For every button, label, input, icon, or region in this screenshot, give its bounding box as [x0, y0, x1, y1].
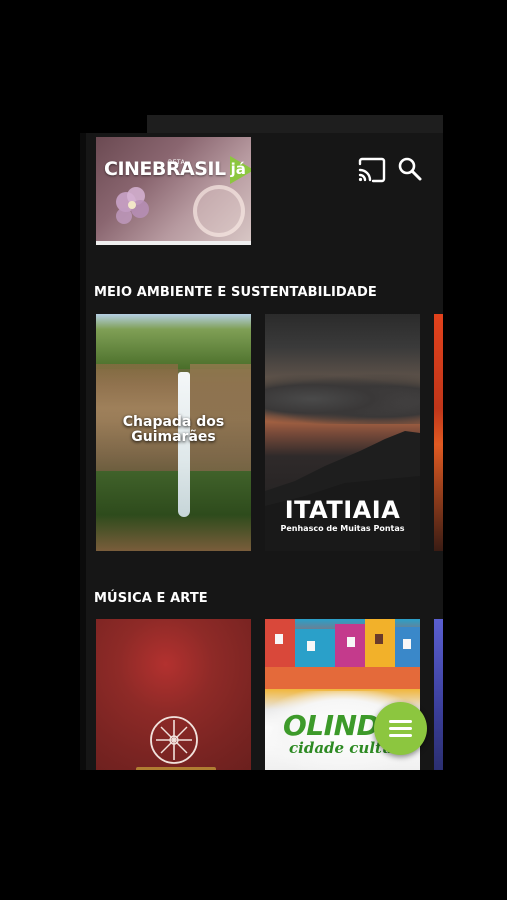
- cast-icon: [358, 157, 386, 183]
- poster-title-line1: Chapada dos: [122, 414, 225, 430]
- section-title-meio-ambiente: MEIO AMBIENTE E SUSTENTABILIDADE: [94, 285, 377, 300]
- poster-title: OLIND: [283, 709, 380, 742]
- poster-subtitle: Penhasco de Muitas Pontas: [280, 524, 405, 533]
- flower-image: [116, 187, 149, 224]
- logo-ja-text: já: [230, 160, 246, 178]
- poster-caption-decoration: [136, 767, 216, 770]
- section-title-musica-e-arte: MÚSICA E ARTE: [94, 591, 208, 606]
- rune-symbol-icon: [150, 716, 198, 764]
- header-banner[interactable]: CINEBRASIL já BETA: [96, 137, 251, 245]
- poster-title: Chapada dos Guimarães: [96, 415, 251, 445]
- search-button[interactable]: [397, 156, 423, 182]
- left-edge: [80, 133, 86, 770]
- search-icon: [398, 157, 422, 181]
- cup-image: [193, 185, 245, 237]
- logo-text: CINEBRASIL: [104, 158, 226, 180]
- status-strip: [147, 115, 443, 133]
- menu-fab-button[interactable]: [374, 702, 427, 755]
- logo-ja-badge: já: [229, 155, 251, 185]
- banner-divider: [96, 241, 251, 245]
- cast-button[interactable]: [357, 157, 387, 183]
- poster-partial[interactable]: [434, 314, 443, 551]
- forest-top: [96, 314, 251, 369]
- poster-itatiaia[interactable]: ITATIAIA Penhasco de Muitas Pontas: [265, 314, 420, 551]
- poster-chapada-dos-guimaraes[interactable]: Chapada dos Guimarães: [96, 314, 251, 551]
- screen: CINEBRASIL já BETA MEIO AMBIENTE E SUSTE…: [0, 0, 507, 900]
- clouds: [265, 374, 420, 424]
- menu-icon: [389, 720, 412, 737]
- forest-bottom: [96, 471, 251, 551]
- poster-title-line2: Guimarães: [131, 429, 216, 445]
- poster-partial[interactable]: [434, 619, 443, 770]
- logo-beta: BETA: [168, 159, 186, 166]
- poster-musica[interactable]: [96, 619, 251, 770]
- app-window: CINEBRASIL já BETA MEIO AMBIENTE E SUSTE…: [80, 133, 443, 770]
- poster-title: ITATIAIA: [284, 496, 401, 524]
